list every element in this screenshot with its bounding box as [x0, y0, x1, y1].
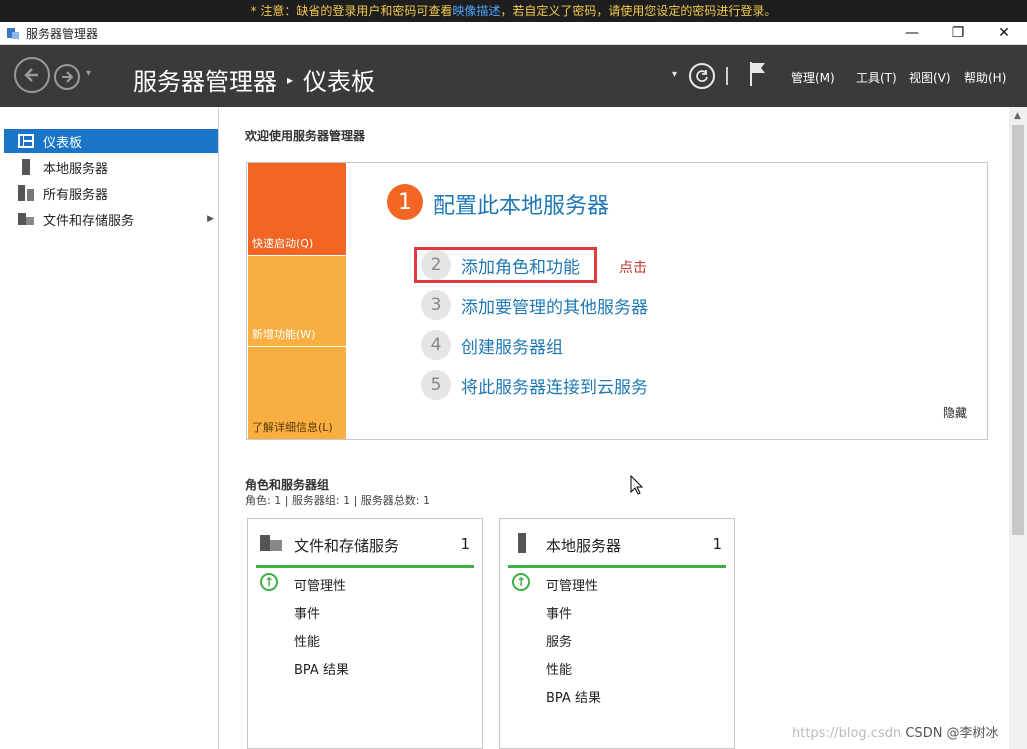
sidebar-item-all-servers[interactable]: 所有服务器 [4, 181, 218, 205]
sidebar-item-dashboard[interactable]: 仪表板 [4, 129, 218, 153]
app-header: ▾ 服务器管理器 ▸ 仪表板 ▾ 管理(M) 工具(T) 视图(V) 帮助(H) [0, 45, 1027, 107]
refresh-button[interactable] [689, 63, 715, 89]
card-row-manageability[interactable]: 可管理性 [294, 575, 346, 594]
sidebar-item-file-storage[interactable]: 文件和存储服务 ▶ [4, 207, 218, 231]
annotation-click-note: 点击 [619, 260, 647, 276]
watermark-brand: CSDN @李树冰 [905, 726, 999, 741]
card-count: 1 [460, 535, 470, 553]
card-row-services[interactable]: 服务 [546, 631, 572, 650]
history-dropdown-icon[interactable]: ▾ [86, 68, 91, 79]
sidebar-item-label: 本地服务器 [43, 161, 109, 177]
tab-learn-more[interactable]: 了解详细信息(L) [248, 347, 346, 439]
notice-text-before: * 注意：缺省的登录用户和密码可查看 [250, 4, 453, 18]
file-storage-icon [260, 533, 282, 557]
tab-quick-start[interactable]: 快速启动(Q) [248, 163, 346, 255]
status-bar [256, 565, 474, 568]
server-icon [18, 159, 34, 175]
manageability-ok-icon: ↑ [512, 573, 530, 591]
step-3-badge: 3 [421, 290, 451, 320]
menu-view[interactable]: 视图(V) [909, 69, 951, 86]
step-4-badge: 4 [421, 330, 451, 360]
roles-section-title: 角色和服务器组 [245, 478, 330, 492]
breadcrumb-separator-icon: ▸ [287, 72, 294, 87]
sidebar-item-local-server[interactable]: 本地服务器 [4, 155, 218, 179]
back-arrow-icon [24, 68, 38, 82]
server-manager-app-icon [7, 28, 19, 39]
forward-arrow-icon [62, 71, 74, 83]
annotation-highlight-box [414, 247, 597, 283]
menu-help[interactable]: 帮助(H) [964, 69, 1006, 86]
card-row-performance[interactable]: 性能 [294, 631, 320, 650]
notice-banner: * 注意：缺省的登录用户和密码可查看映像描述，若自定义了密码，请使用您设定的密码… [0, 0, 1027, 22]
scroll-up-icon[interactable]: ▲ [1014, 111, 1021, 121]
watermark: https://blog.csdn CSDN @李树冰 [792, 722, 999, 741]
notifications-flag-button[interactable] [748, 61, 768, 91]
manageability-ok-icon: ↑ [260, 573, 278, 591]
card-row-bpa[interactable]: BPA 结果 [294, 659, 349, 678]
refresh-icon [696, 70, 708, 82]
flag-icon [750, 62, 765, 86]
hide-link[interactable]: 隐藏 [943, 404, 967, 421]
step-1-badge: 1 [387, 184, 423, 220]
back-button[interactable] [14, 57, 50, 93]
window-titlebar: 服务器管理器 — ❐ ✕ [0, 22, 1027, 45]
vertical-scrollbar[interactable]: ▲ [1009, 107, 1027, 749]
card-title[interactable]: 本地服务器 [546, 535, 621, 556]
configure-local-server-link[interactable]: 配置此本地服务器 [433, 188, 609, 220]
watermark-url: https://blog.csdn [792, 726, 902, 741]
card-title[interactable]: 文件和存储服务 [294, 535, 399, 556]
tab-whats-new[interactable]: 新增功能(W) [248, 256, 346, 346]
card-count: 1 [712, 535, 722, 553]
minimize-button[interactable]: — [889, 22, 935, 44]
breadcrumb-root[interactable]: 服务器管理器 [133, 62, 277, 97]
forward-button[interactable] [54, 64, 80, 90]
image-description-link[interactable]: 映像描述 [452, 4, 500, 18]
roles-summary: 角色: 1 | 服务器组: 1 | 服务器总数: 1 [245, 494, 431, 507]
breadcrumb-current: 仪表板 [303, 68, 376, 96]
header-divider [726, 67, 728, 85]
step-5-badge: 5 [421, 370, 451, 400]
card-row-bpa[interactable]: BPA 结果 [546, 687, 601, 706]
sidebar-item-label: 文件和存储服务 [43, 213, 135, 229]
notice-text-after: ，若自定义了密码，请使用您设定的密码进行登录。 [500, 4, 777, 18]
menu-tools[interactable]: 工具(T) [856, 69, 897, 86]
breadcrumb: 服务器管理器 ▸ 仪表板 [133, 62, 375, 97]
add-other-servers-link[interactable]: 添加要管理的其他服务器 [461, 293, 648, 318]
scrollbar-thumb[interactable] [1012, 125, 1024, 535]
card-row-manageability[interactable]: 可管理性 [546, 575, 598, 594]
card-row-performance[interactable]: 性能 [546, 659, 572, 678]
sidebar-item-label: 仪表板 [43, 135, 83, 151]
sidebar: 仪表板 本地服务器 所有服务器 文件和存储服务 ▶ [0, 107, 219, 749]
card-row-events[interactable]: 事件 [294, 603, 320, 622]
close-button[interactable]: ✕ [981, 22, 1027, 44]
connect-cloud-link[interactable]: 将此服务器连接到云服务 [461, 373, 648, 398]
create-server-group-link[interactable]: 创建服务器组 [461, 333, 563, 358]
expand-arrow-icon[interactable]: ▶ [207, 214, 214, 224]
welcome-title: 欢迎使用服务器管理器 [245, 129, 366, 143]
servers-icon [18, 185, 34, 201]
dashboard-icon [18, 133, 34, 149]
tab-label: 新增功能(W) [252, 328, 316, 341]
role-card-local-server[interactable]: 本地服务器 1 ↑ 可管理性 事件 服务 性能 BPA 结果 [499, 518, 735, 749]
sidebar-item-label: 所有服务器 [43, 187, 109, 203]
role-card-file-storage[interactable]: 文件和存储服务 1 ↑ 可管理性 事件 性能 BPA 结果 [247, 518, 483, 749]
mouse-cursor-icon [630, 475, 644, 495]
restore-button[interactable]: ❐ [935, 22, 981, 44]
window-title: 服务器管理器 [26, 27, 99, 41]
refresh-dropdown-icon[interactable]: ▾ [672, 69, 677, 80]
status-bar [508, 565, 726, 568]
file-storage-icon [18, 211, 34, 227]
tab-label: 了解详细信息(L) [252, 421, 333, 434]
menu-manage[interactable]: 管理(M) [791, 69, 835, 86]
server-icon [512, 533, 534, 557]
card-row-events[interactable]: 事件 [546, 603, 572, 622]
tab-label: 快速启动(Q) [252, 237, 314, 250]
